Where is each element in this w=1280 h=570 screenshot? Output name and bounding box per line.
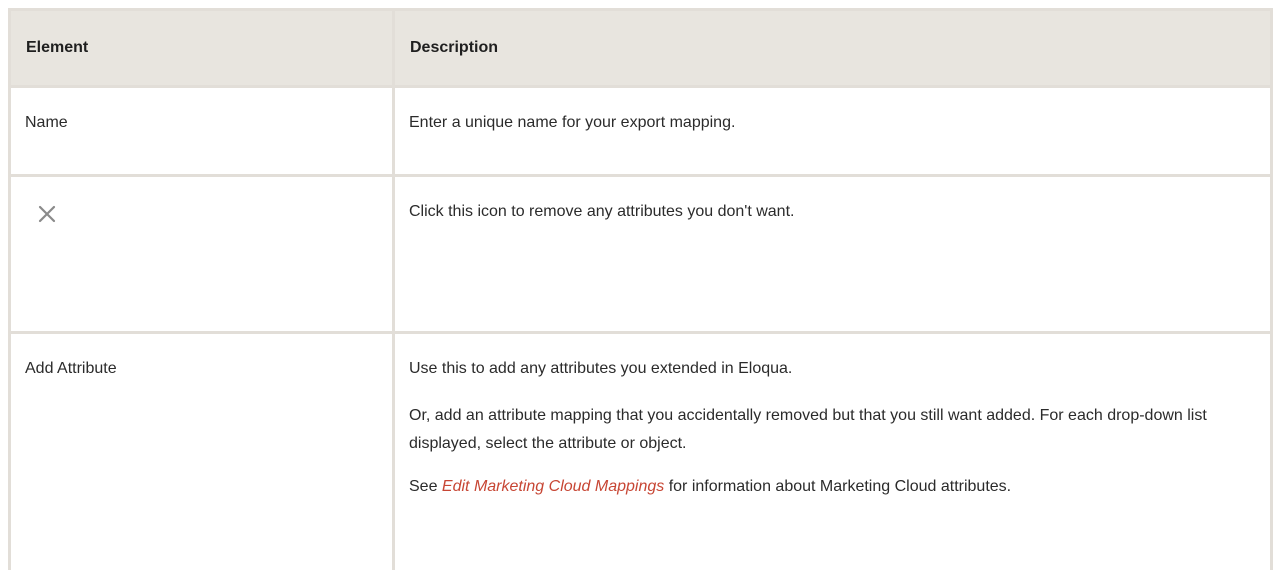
header-element: Element [8, 8, 395, 88]
description-cell: Use this to add any attributes you exten… [392, 331, 1273, 570]
table-row: Click this icon to remove any attributes… [8, 174, 1273, 334]
table-row: Add Attribute Use this to add any attrib… [8, 331, 1273, 570]
description-cell: Click this icon to remove any attributes… [392, 174, 1273, 334]
header-description: Description [392, 8, 1273, 88]
table-header-row: Element Description [8, 8, 1273, 88]
edit-marketing-cloud-mappings-link[interactable]: Edit Marketing Cloud Mappings [442, 478, 664, 495]
description-text: Enter a unique name for your export mapp… [409, 114, 736, 131]
see-suffix: for information about Marketing Cloud at… [664, 478, 1012, 495]
element-description-table: Element Description Name Enter a unique … [8, 8, 1273, 570]
element-cell-icon [8, 174, 395, 334]
description-text: Or, add an attribute mapping that you ac… [409, 407, 1207, 452]
element-cell-add-attribute: Add Attribute [8, 331, 395, 570]
element-cell-name: Name [8, 85, 395, 177]
see-prefix: See [409, 478, 442, 495]
table-row: Name Enter a unique name for your export… [8, 85, 1273, 177]
see-also-text: See Edit Marketing Cloud Mappings for in… [409, 476, 1256, 498]
description-text: Click this icon to remove any attributes… [409, 203, 795, 220]
description-text: Use this to add any attributes you exten… [409, 360, 793, 377]
description-cell: Enter a unique name for your export mapp… [392, 85, 1273, 177]
close-icon [37, 204, 57, 224]
